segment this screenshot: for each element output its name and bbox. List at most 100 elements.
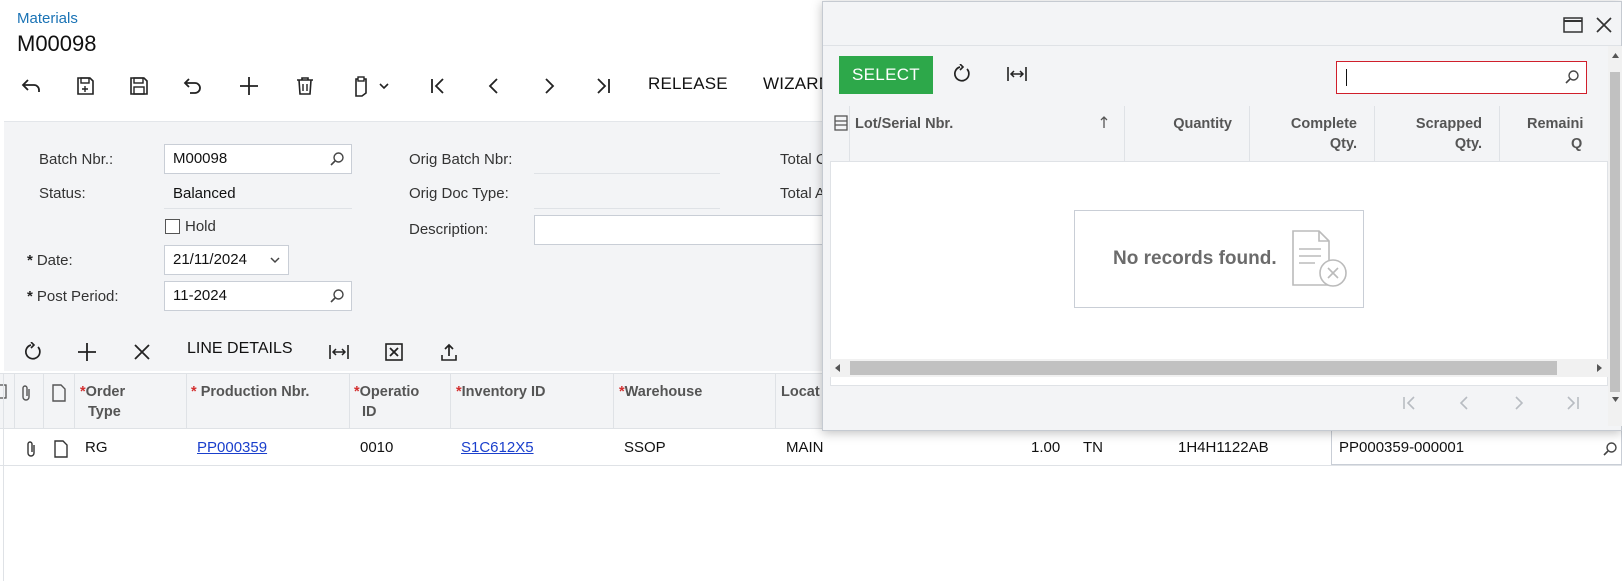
hold-checkbox[interactable] — [165, 219, 180, 234]
status-underline — [164, 208, 352, 209]
batch-nbr-label: Batch Nbr.: — [39, 151, 114, 168]
col-warehouse[interactable]: *Warehouse — [619, 382, 702, 402]
cell-order-type: RG — [85, 439, 108, 456]
cell-location: MAIN — [786, 439, 824, 456]
lot-serial-lookup-dialog: SELECT Lot/Serial Nbr. Quantity Complete… — [822, 1, 1622, 431]
lot-serial-field[interactable]: PP000359-000001 — [1331, 430, 1622, 465]
no-records-panel: No records found. — [1074, 210, 1364, 308]
fit-columns-icon[interactable] — [327, 340, 351, 364]
post-period-value: 11-2024 — [173, 287, 227, 304]
undo-icon[interactable] — [180, 73, 206, 99]
breadcrumb-materials[interactable]: Materials — [17, 10, 78, 27]
export-excel-icon[interactable] — [382, 340, 406, 364]
cell-lot-serial: 1H4H1122AB — [1178, 439, 1269, 456]
previous-page-icon[interactable] — [1455, 394, 1473, 412]
scroll-right-icon[interactable] — [1596, 363, 1604, 373]
required-mark: * — [27, 252, 33, 269]
cell-operation-id: 0010 — [360, 439, 394, 456]
next-page-icon[interactable] — [1510, 394, 1528, 412]
post-period-label: * Post Period: — [27, 288, 119, 305]
clipboard-icon[interactable] — [348, 73, 374, 99]
no-records-message: No records found. — [1113, 248, 1277, 269]
dialog-col-complete-qty[interactable]: Complete Qty. — [1241, 114, 1357, 154]
batch-nbr-value: M00098 — [173, 150, 228, 167]
status-value: Balanced — [173, 185, 236, 202]
next-record-icon[interactable] — [536, 73, 562, 99]
delete-row-icon[interactable] — [130, 340, 154, 364]
save-close-icon[interactable] — [72, 73, 98, 99]
add-icon[interactable] — [236, 73, 262, 99]
col-operation-id[interactable]: *Operatio ID — [354, 382, 419, 422]
hold-label: Hold — [185, 218, 216, 235]
orig-batch-nbr-label: Orig Batch Nbr: — [409, 151, 513, 168]
cell-production-nbr-link[interactable]: PP000359 — [197, 439, 267, 456]
lot-serial-field-value: PP000359-000001 — [1339, 439, 1465, 456]
attachment-icon[interactable] — [24, 440, 38, 458]
line-details-button[interactable]: LINE DETAILS — [187, 340, 293, 358]
grid-left-border — [3, 373, 4, 581]
batch-nbr-field[interactable]: M00098 — [164, 144, 352, 174]
post-period-field[interactable]: 11-2024 — [164, 281, 352, 311]
refresh-icon[interactable] — [952, 64, 972, 84]
date-value: 21/11/2024 — [173, 251, 247, 268]
table-row[interactable]: RG PP000359 0010 S1C612X5 SSOP MAIN 1.00… — [0, 430, 1622, 466]
fit-columns-icon[interactable] — [1006, 64, 1028, 84]
dialog-search-input[interactable] — [1336, 61, 1587, 94]
back-icon[interactable] — [18, 73, 44, 99]
dialog-col-scrapped-qty[interactable]: Scrapped Qty. — [1366, 114, 1482, 154]
orig-batch-underline — [534, 173, 720, 174]
wizard-button[interactable]: WIZARD — [763, 74, 831, 94]
first-page-icon[interactable] — [1400, 394, 1418, 412]
close-icon[interactable] — [1595, 16, 1613, 34]
search-icon[interactable] — [329, 288, 345, 304]
horizontal-scroll-thumb[interactable] — [850, 361, 1557, 375]
scroll-left-icon[interactable] — [833, 363, 841, 373]
date-field[interactable]: 21/11/2024 — [164, 245, 289, 275]
cell-inventory-id-link[interactable]: S1C612X5 — [461, 439, 534, 456]
note-icon — [52, 384, 66, 402]
delete-icon[interactable] — [292, 73, 318, 99]
search-icon[interactable] — [1602, 441, 1618, 457]
empty-document-icon — [1289, 229, 1351, 289]
col-inventory-id[interactable]: *Inventory ID — [456, 382, 545, 402]
col-production-nbr[interactable]: * Production Nbr. — [191, 382, 309, 402]
cell-warehouse: SSOP — [624, 439, 666, 456]
chevron-down-icon[interactable] — [376, 73, 392, 99]
dialog-col-quantity[interactable]: Quantity — [1115, 114, 1232, 134]
search-icon[interactable] — [329, 151, 345, 167]
text-cursor — [1346, 69, 1347, 86]
save-icon[interactable] — [126, 73, 152, 99]
search-icon[interactable] — [1564, 69, 1580, 85]
dialog-header-divider — [823, 45, 1621, 46]
dialog-col-lot-serial[interactable]: Lot/Serial Nbr. — [855, 114, 953, 134]
cell-uom: TN — [1083, 439, 1103, 456]
vertical-scroll-thumb[interactable] — [1610, 72, 1620, 392]
select-button[interactable]: SELECT — [839, 56, 933, 94]
maximize-icon[interactable] — [1563, 16, 1583, 34]
description-field[interactable] — [534, 215, 824, 245]
last-record-icon[interactable] — [590, 73, 616, 99]
first-record-icon[interactable] — [425, 73, 451, 99]
sort-ascending-icon[interactable] — [1099, 115, 1109, 129]
scroll-down-icon[interactable] — [1611, 396, 1620, 404]
col-location[interactable]: Locat — [781, 382, 820, 402]
refresh-icon[interactable] — [21, 340, 45, 364]
previous-record-icon[interactable] — [481, 73, 507, 99]
required-mark: * — [27, 288, 33, 305]
chevron-down-icon[interactable] — [268, 253, 282, 267]
total-a-label: Total A — [780, 185, 826, 202]
post-period-label-text: Post Period: — [36, 288, 119, 305]
release-button[interactable]: RELEASE — [648, 74, 728, 94]
upload-icon[interactable] — [437, 340, 461, 364]
note-icon[interactable] — [54, 440, 68, 458]
add-row-icon[interactable] — [75, 340, 99, 364]
row-selector-icon — [834, 115, 848, 131]
orig-doc-type-underline — [534, 208, 720, 209]
horizontal-scrollbar[interactable] — [830, 359, 1608, 377]
last-page-icon[interactable] — [1564, 394, 1582, 412]
vertical-scrollbar[interactable] — [1608, 46, 1622, 426]
scroll-up-icon[interactable] — [1611, 51, 1620, 59]
page-title: M00098 — [17, 31, 97, 56]
dialog-col-remaining-qty[interactable]: Remaini Q — [1527, 114, 1608, 154]
col-order-type[interactable]: *Order Type — [80, 382, 125, 422]
